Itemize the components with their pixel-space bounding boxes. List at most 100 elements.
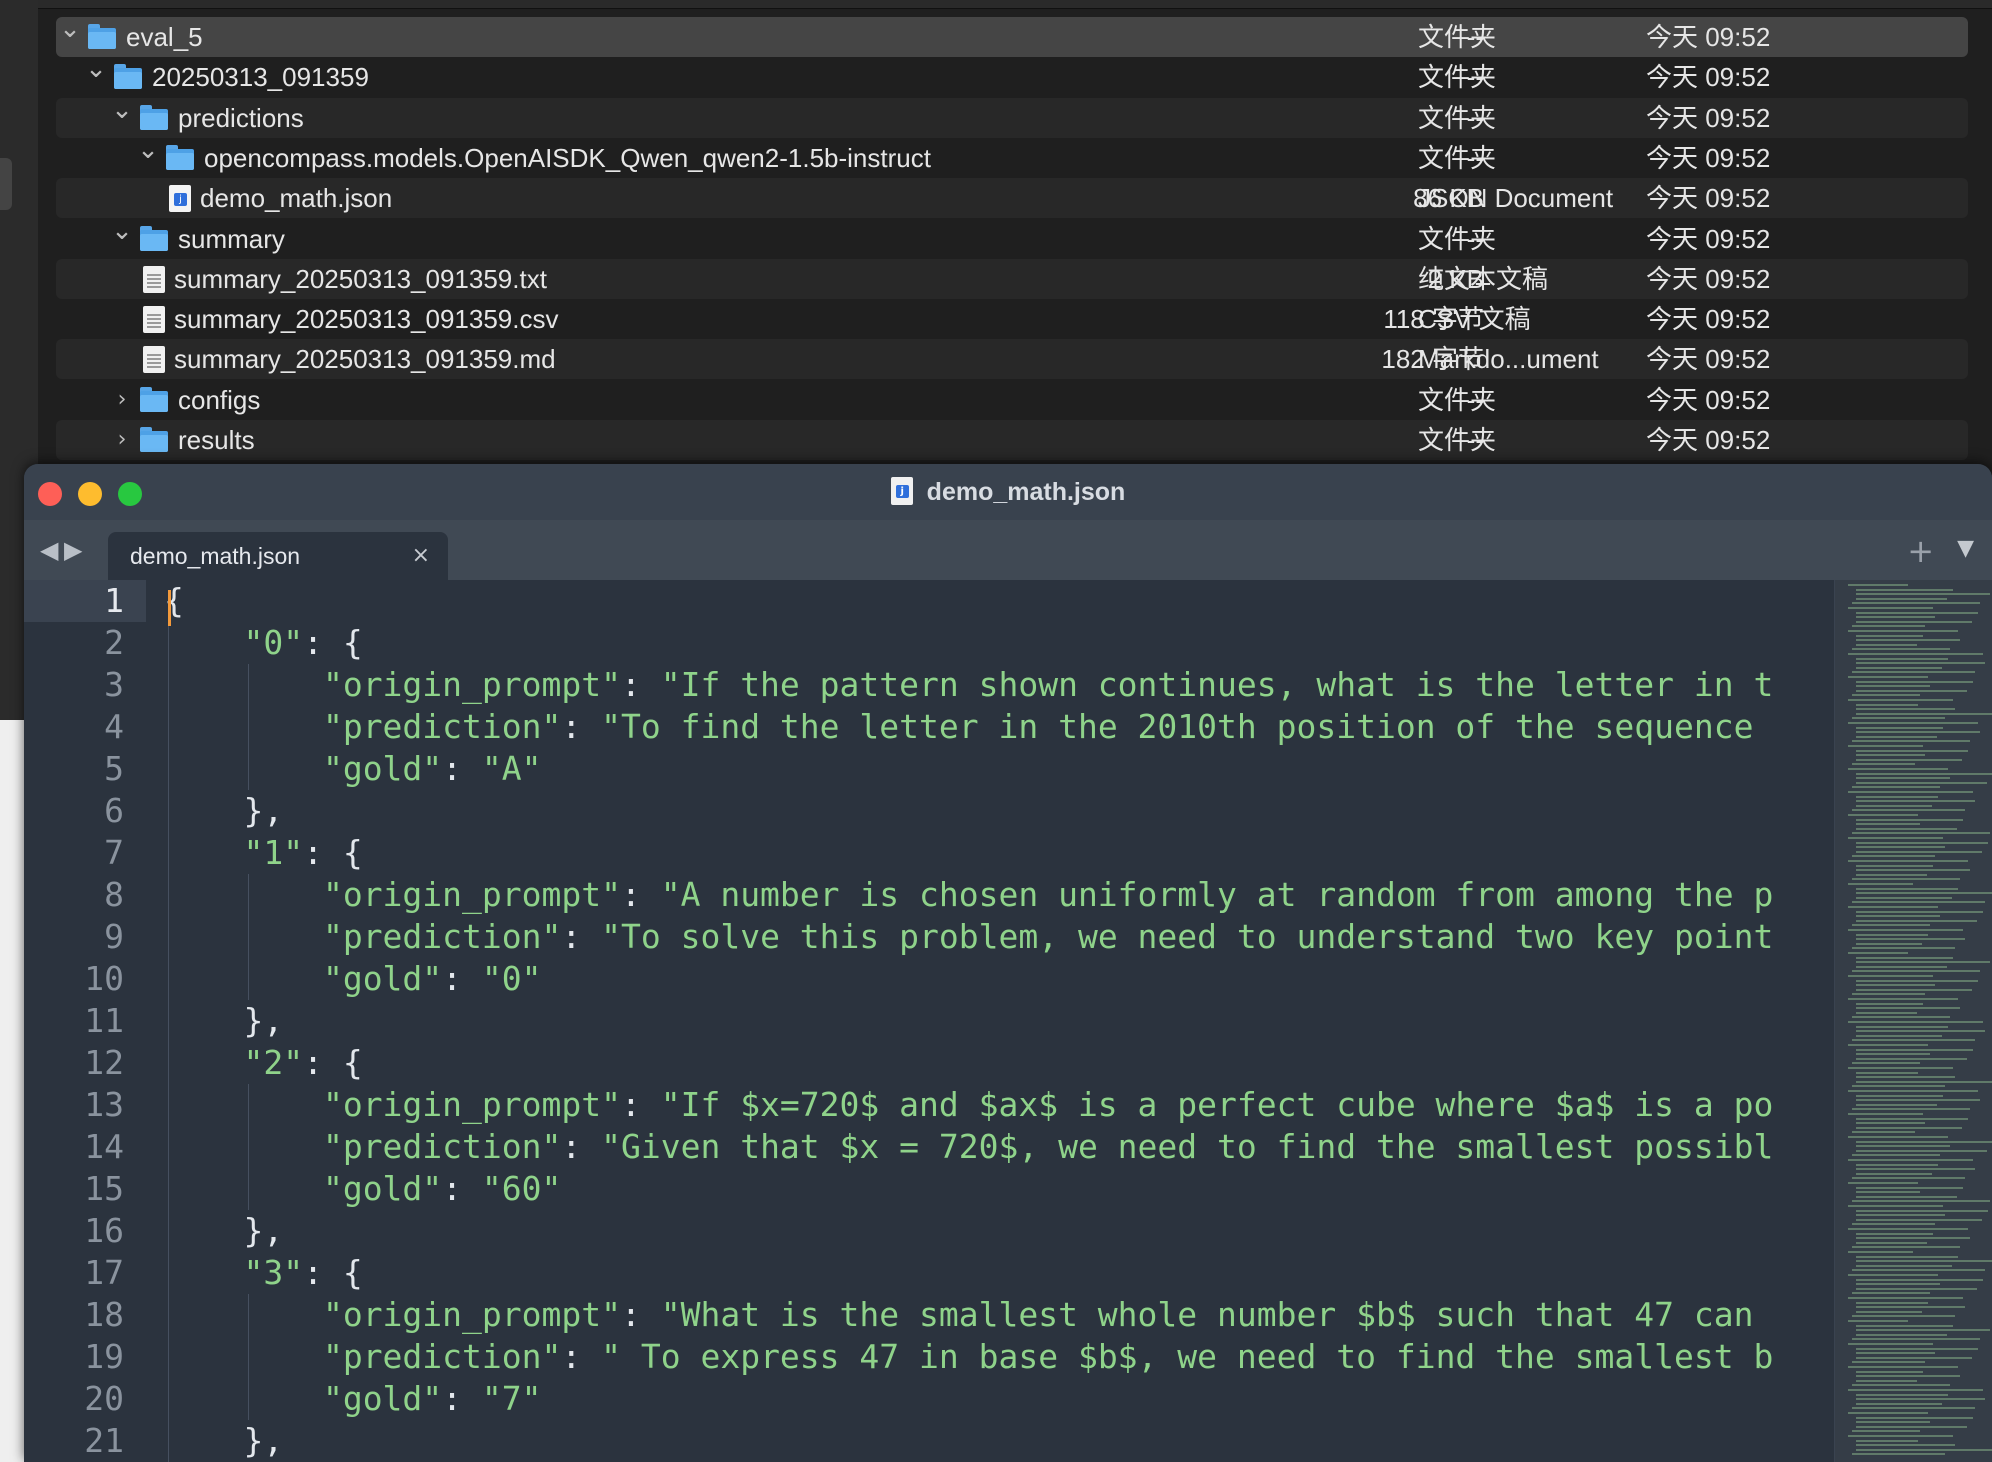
finder-row[interactable]: ⌄ eval_5 -- 文件夹 今天 09:52 <box>56 14 1968 57</box>
file-kind: 文件夹 <box>1418 143 1497 173</box>
background-window-light <box>0 720 26 1462</box>
minimap-line <box>1848 1228 1968 1230</box>
minimap-line <box>1856 1439 1918 1442</box>
minimap-line <box>1848 1366 1958 1368</box>
finder-row[interactable]: ⌄ summary -- 文件夹 今天 09:52 <box>56 216 1968 259</box>
minimap-line <box>1856 735 1937 738</box>
finder-row[interactable]: ⌄ predictions -- 文件夹 今天 09:52 <box>56 95 1968 138</box>
minimap-line <box>1856 846 1945 849</box>
line-number: 2 <box>104 623 124 662</box>
chevron-down-icon[interactable]: ⌄ <box>110 211 134 251</box>
minimap-line <box>1856 800 1975 803</box>
tab-demo-math-json[interactable]: demo_math.json × <box>108 532 448 580</box>
minimap-line <box>1848 699 1953 701</box>
minimap-line <box>1848 1067 1953 1069</box>
minimap-line <box>1856 680 1973 683</box>
back-arrow-icon[interactable]: ◀ <box>40 536 58 564</box>
minimap-line <box>1856 1195 1957 1198</box>
chevron-down-icon[interactable]: ⌄ <box>58 9 82 49</box>
minimap-line <box>1848 1389 1983 1391</box>
minimap-line <box>1856 754 1925 757</box>
code-line: "3": { <box>243 1253 363 1292</box>
minimap-line <box>1848 883 1913 885</box>
minimap-line <box>1852 1315 1955 1318</box>
minimap-line <box>1848 1136 1948 1138</box>
finder-row[interactable]: summary_20250313_091359.csv 118 字节 CSV 文稿今… <box>56 299 1968 339</box>
file-name: opencompass.models.OpenAISDK_Qwen_qwen2-… <box>204 143 931 173</box>
line-number: 4 <box>104 707 124 746</box>
chevron-down-icon[interactable]: ⌄ <box>110 90 134 130</box>
file-name: summary_20250313_091359.txt <box>174 264 547 294</box>
finder-row[interactable]: › configs -- 文件夹 今天 09:52 <box>56 380 1968 420</box>
file-name: demo_math.json <box>200 183 393 213</box>
minimap-line <box>1856 1209 1988 1212</box>
tab-bar: ◀ ▶ demo_math.json × + ▼ <box>24 520 1992 580</box>
file-date: 今天 09:52 <box>1646 62 1771 92</box>
file-date: 今天 09:52 <box>1646 143 1771 173</box>
code-line: }, <box>164 1001 284 1040</box>
minimap-line <box>1852 1338 1980 1341</box>
code-line: }, <box>164 1421 284 1460</box>
file-name: results <box>178 425 255 455</box>
line-number: 18 <box>84 1295 124 1334</box>
finder-row[interactable]: j demo_math.json 86 KB JSON Document 今天 09:5… <box>56 178 1968 218</box>
minimap-line <box>1856 1011 1917 1014</box>
finder-row[interactable]: summary_20250313_091359.md 182 字节 Markdo..… <box>56 339 1968 379</box>
indent-guide <box>248 1294 249 1420</box>
minimap-line <box>1852 763 1915 766</box>
code-line: "origin_prompt": "If $x=720$ and $ax$ is… <box>322 1085 1774 1124</box>
minimap-line <box>1856 772 1992 775</box>
line-number: 9 <box>104 917 124 956</box>
title-bar[interactable]: j demo_math.json <box>24 464 1992 521</box>
minimap-line <box>1856 712 1992 715</box>
minimap-line <box>1848 607 1933 609</box>
finder-row[interactable]: ⌄ opencompass.models.OpenAISDK_Qwen_qwen2… <box>56 135 1968 178</box>
tab-close-icon[interactable]: × <box>412 532 430 580</box>
minimap-line <box>1856 841 1988 844</box>
minimap-line <box>1856 1237 1970 1240</box>
new-tab-icon[interactable]: + <box>1907 532 1934 570</box>
minimap-line <box>1852 1085 1945 1088</box>
code-area[interactable]: { "0": { "origin_prompt": "If the patter… <box>164 580 1824 1462</box>
chevron-right-icon[interactable]: › <box>110 380 134 420</box>
text-cursor <box>168 590 171 626</box>
minimap-line <box>1856 1310 1922 1313</box>
code-line: "origin_prompt": "A number is chosen uni… <box>322 875 1774 914</box>
chevron-down-icon[interactable]: ⌄ <box>84 49 108 89</box>
finder-row[interactable]: ⌄ 20250313_091359 -- 文件夹 今天 09:52 <box>56 54 1968 97</box>
minimap-line <box>1852 878 1960 881</box>
file-kind: 文件夹 <box>1418 103 1497 133</box>
minimap-line <box>1848 1182 1918 1184</box>
minimap-line <box>1852 786 1940 789</box>
minimap-line <box>1856 1329 1990 1332</box>
minimap-line <box>1852 1200 1990 1203</box>
tab-menu-icon[interactable]: ▼ <box>1957 536 1974 561</box>
minimap-line <box>1856 984 1935 987</box>
minimap-line <box>1856 1324 1953 1327</box>
minimap-line <box>1856 758 1962 761</box>
finder-row[interactable]: › results -- 文件夹 今天 09:52 <box>56 420 1968 460</box>
indent-guide <box>248 664 249 790</box>
minimap-line <box>1848 653 1983 655</box>
line-number: 5 <box>104 749 124 788</box>
minimap-line <box>1856 919 1977 922</box>
minimap-line <box>1848 1320 1908 1322</box>
file-date: 今天 09:52 <box>1646 103 1771 133</box>
minimap-line <box>1856 1149 1987 1152</box>
minimap[interactable] <box>1834 580 1992 1462</box>
json-file-icon: j <box>166 185 194 212</box>
file-kind: 文件夹 <box>1418 425 1497 455</box>
code-line: "gold": "60" <box>322 1169 562 1208</box>
text-file-icon <box>140 346 168 373</box>
minimap-line <box>1848 975 1933 977</box>
minimap-line <box>1848 952 1908 954</box>
forward-arrow-icon[interactable]: ▶ <box>64 536 82 564</box>
minimap-line <box>1856 956 1953 959</box>
minimap-line <box>1856 1186 1963 1189</box>
finder-row[interactable]: summary_20250313_091359.txt 2 KB 纯文本文稿 今天 0… <box>56 259 1968 299</box>
indent-guide <box>168 622 169 1462</box>
minimap-line <box>1856 1122 1925 1125</box>
chevron-right-icon[interactable]: › <box>110 420 134 460</box>
minimap-line <box>1856 1393 1948 1396</box>
chevron-down-icon[interactable]: ⌄ <box>136 130 160 170</box>
